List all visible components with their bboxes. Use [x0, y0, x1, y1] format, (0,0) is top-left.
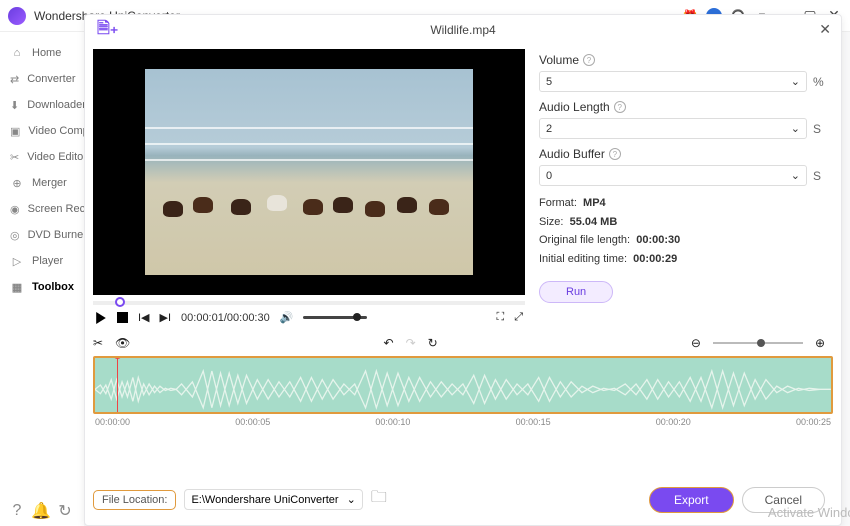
grid-icon: ▦: [10, 280, 24, 294]
player-controls: I◀ ▶I 00:00:01/00:00:30 🔊 ⛶ ⤢: [93, 305, 525, 330]
file-location-label: File Location:: [93, 490, 176, 510]
dialog-header: 🗎₊ Wildlife.mp4 ✕: [85, 15, 841, 45]
sidebar-item-converter[interactable]: ⇄ Converter: [0, 66, 84, 92]
audio-buffer-label: Audio Buffer: [539, 147, 605, 161]
help-icon[interactable]: ?: [609, 148, 621, 160]
playhead[interactable]: [117, 356, 118, 412]
sidebar-item-label: Screen Recorder: [28, 203, 84, 215]
zoom-in-icon[interactable]: ⊕: [815, 336, 825, 350]
dialog-footer: File Location: E:\Wondershare UniConvert…: [93, 486, 825, 513]
sidebar-item-label: Player: [32, 255, 63, 267]
sidebar-item-label: Merger: [32, 177, 67, 189]
sidebar-item-downloader[interactable]: ⬇ Downloader: [0, 92, 84, 118]
editor-dialog: 🗎₊ Wildlife.mp4 ✕: [84, 14, 842, 526]
sidebar-item-label: Toolbox: [32, 281, 74, 293]
home-icon: ⌂: [10, 46, 24, 60]
sidebar-item-label: Video Editor: [27, 151, 84, 163]
prev-button[interactable]: I◀: [138, 311, 150, 324]
record-icon: ◉: [10, 202, 20, 216]
audio-length-unit: S: [813, 122, 825, 136]
volume-slider[interactable]: [303, 316, 367, 319]
sidebar-item-label: Downloader: [27, 99, 84, 111]
settings-panel: Volume? 5⌄% Audio Length? 2⌄ S Audio Buff…: [539, 49, 825, 330]
compress-icon: ▣: [10, 124, 20, 138]
video-preview[interactable]: [93, 49, 525, 295]
sidebar-item-label: Video Compressor: [28, 125, 84, 137]
chevron-down-icon: ⌄: [791, 169, 800, 182]
sidebar-item-merger[interactable]: ⊕ Merger: [0, 170, 84, 196]
sidebar-item-label: DVD Burner: [28, 229, 84, 241]
run-button[interactable]: Run: [539, 281, 613, 303]
chevron-down-icon: ⌄: [791, 75, 800, 88]
file-location-select[interactable]: E:\Wondershare UniConverter⌄: [184, 489, 362, 510]
reset-icon[interactable]: ↻: [428, 336, 438, 350]
help-icon[interactable]: ?: [583, 54, 595, 66]
help-icon[interactable]: ?: [614, 101, 626, 113]
sidebar-item-video-editor[interactable]: ✂ Video Editor: [0, 144, 84, 170]
sidebar-item-dvd-burner[interactable]: ◎ DVD Burner: [0, 222, 84, 248]
file-info: Format: MP4 Size: 55.04 MB Original file…: [539, 194, 825, 269]
volume-label: Volume: [539, 53, 579, 67]
eye-icon[interactable]: 👁: [115, 336, 130, 350]
undo-icon[interactable]: ↶: [384, 336, 394, 350]
snapshot-icon[interactable]: ⛶: [496, 311, 504, 324]
merge-icon: ⊕: [10, 176, 24, 190]
help-icon[interactable]: ?: [10, 504, 24, 518]
cut-icon[interactable]: ✂: [93, 336, 103, 350]
disc-icon: ◎: [10, 228, 20, 242]
sidebar-item-video-compressor[interactable]: ▣ Video Compressor: [0, 118, 84, 144]
timeline[interactable]: 00:00:0000:00:0500:00:1000:00:1500:00:20…: [93, 356, 833, 427]
audio-length-select[interactable]: 2⌄: [539, 118, 807, 139]
timeline-ruler: 00:00:0000:00:0500:00:1000:00:1500:00:20…: [93, 414, 833, 427]
sidebar-item-home[interactable]: ⌂ Home: [0, 40, 84, 66]
zoom-slider[interactable]: [713, 342, 803, 344]
app-logo: [8, 7, 26, 25]
time-display: 00:00:01/00:00:30: [181, 312, 270, 324]
scissors-icon: ✂: [10, 150, 19, 164]
audio-buffer-unit: S: [813, 169, 825, 183]
redo-icon[interactable]: ↷: [406, 336, 416, 350]
chevron-down-icon: ⌄: [791, 122, 800, 135]
sidebar-item-screen-recorder[interactable]: ◉ Screen Recorder: [0, 196, 84, 222]
volume-unit: %: [813, 75, 825, 89]
download-icon: ⬇: [10, 98, 19, 112]
sidebar: ⌂ Home ⇄ Converter ⬇ Downloader ▣ Video Comp…: [0, 32, 84, 526]
stop-button[interactable]: [117, 312, 128, 323]
next-button[interactable]: ▶I: [160, 311, 172, 324]
sidebar-item-label: Home: [32, 47, 61, 59]
fullscreen-icon[interactable]: ⤢: [514, 311, 523, 324]
sidebar-item-toolbox[interactable]: ▦ Toolbox: [0, 274, 84, 300]
chevron-down-icon: ⌄: [347, 493, 356, 506]
add-file-icon[interactable]: 🗎₊: [97, 17, 118, 44]
waveform: [95, 358, 831, 414]
convert-icon: ⇄: [10, 72, 19, 86]
refresh-icon[interactable]: ↻: [58, 504, 72, 518]
bell-icon[interactable]: 🔔: [34, 504, 48, 518]
audio-buffer-select[interactable]: 0⌄: [539, 165, 807, 186]
sidebar-item-label: Converter: [27, 73, 75, 85]
play-icon: ▷: [10, 254, 24, 268]
volume-select[interactable]: 5⌄: [539, 71, 807, 92]
volume-icon[interactable]: 🔊: [280, 311, 294, 324]
dialog-filename: Wildlife.mp4: [430, 23, 495, 37]
play-button[interactable]: [95, 312, 107, 324]
export-button[interactable]: Export: [649, 487, 734, 513]
timeline-toolbar: ✂ 👁 ↶ ↷ ↻ ⊖ ⊕: [85, 330, 841, 356]
folder-icon[interactable]: 🗀: [371, 486, 387, 513]
windows-watermark: Activate Window: [768, 505, 850, 520]
close-icon[interactable]: ✕: [819, 21, 831, 38]
zoom-out-icon[interactable]: ⊖: [691, 336, 701, 350]
sidebar-item-player[interactable]: ▷ Player: [0, 248, 84, 274]
audio-length-label: Audio Length: [539, 100, 610, 114]
